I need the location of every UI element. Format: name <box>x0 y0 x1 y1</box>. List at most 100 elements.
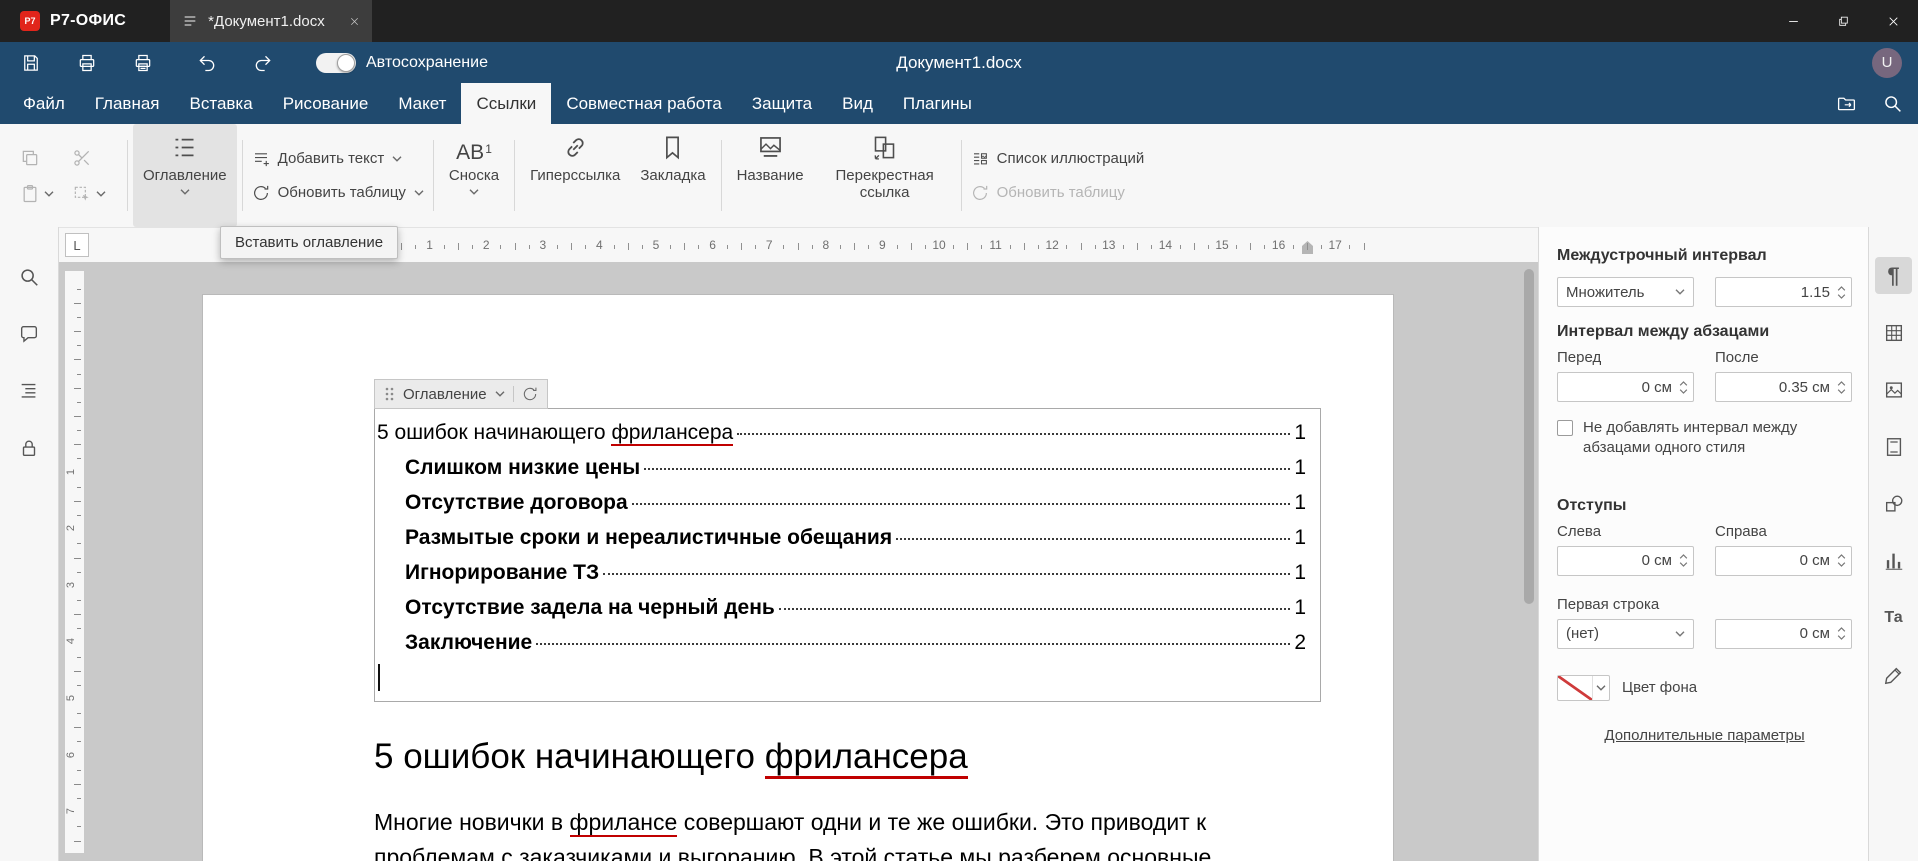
toc-entry[interactable]: Размытые сроки и нереалистичные обещания… <box>377 520 1306 555</box>
toc-entry[interactable]: Отсутствие задела на черный день 1 <box>377 590 1306 625</box>
first-line-select[interactable]: (нет) <box>1557 618 1694 649</box>
user-avatar[interactable]: U <box>1872 47 1902 78</box>
textart-settings-button[interactable]: Та <box>1875 599 1912 636</box>
tab-insert[interactable]: Вставка <box>175 83 268 124</box>
search-button[interactable] <box>1872 83 1912 124</box>
chevron-down-icon[interactable] <box>1592 675 1609 700</box>
save-button[interactable] <box>16 48 46 78</box>
workspace: L 1 2 3 4 5 6 7 8 9 10 11 12 13 14 15 16 17 1234567 Огла… <box>0 227 1918 861</box>
drag-handle-icon[interactable] <box>384 386 395 402</box>
spinner-arrows[interactable] <box>1837 381 1846 394</box>
ribbon-separator <box>241 140 243 211</box>
doc-heading[interactable]: 5 ошибок начинающего фрилансера <box>374 736 1321 779</box>
copy-button[interactable] <box>12 148 64 168</box>
document-tab[interactable]: *Документ1.docx <box>170 0 373 42</box>
tab-protection[interactable]: Защита <box>737 83 827 124</box>
advanced-settings-link[interactable]: Дополнительные параметры <box>1557 727 1852 744</box>
redo-button[interactable] <box>248 48 278 78</box>
open-file-location-button[interactable] <box>1826 83 1866 124</box>
vertical-ruler[interactable]: 1234567 <box>65 271 84 853</box>
cross-reference-button[interactable]: Перекрестная ссылка <box>814 124 956 227</box>
spinner-arrows[interactable] <box>1679 381 1688 394</box>
tab-references[interactable]: Ссылки <box>461 83 552 124</box>
input-value: 0.35 см <box>1778 378 1830 396</box>
close-button[interactable] <box>1868 0 1918 42</box>
vertical-scrollbar[interactable] <box>1524 269 1534 855</box>
cut-button[interactable] <box>64 148 116 168</box>
background-color-row: Цвет фона <box>1557 674 1852 701</box>
toc-control-header[interactable]: Оглавление <box>374 379 548 409</box>
close-tab-icon[interactable] <box>349 16 360 27</box>
spinner-arrows[interactable] <box>1679 554 1688 567</box>
paragraph-settings-button[interactable]: ¶ <box>1875 257 1912 294</box>
table-of-contents-button[interactable]: Оглавление <box>133 124 237 227</box>
restore-button[interactable] <box>1818 0 1868 42</box>
navigation-button[interactable] <box>9 371 49 411</box>
tab-plugins[interactable]: Плагины <box>888 83 987 124</box>
indent-right-input[interactable]: 0 см <box>1715 545 1852 576</box>
same-style-spacing-checkbox[interactable]: Не добавлять интервал между абзацами одн… <box>1557 418 1852 459</box>
chevron-down-icon <box>1675 289 1685 295</box>
refresh-icon[interactable] <box>522 386 538 402</box>
spinner-arrows[interactable] <box>1837 286 1846 299</box>
select-icon <box>72 184 92 204</box>
image-settings-button[interactable] <box>1875 371 1912 408</box>
spinner-arrows[interactable] <box>1837 627 1846 640</box>
hyperlink-button[interactable]: Гиперссылка <box>520 124 630 227</box>
protect-button[interactable] <box>9 428 49 468</box>
input-value: 1.15 <box>1800 283 1830 301</box>
line-spacing-type-select[interactable]: Множитель <box>1557 277 1694 307</box>
tab-stop-selector[interactable]: L <box>65 233 89 257</box>
print-button[interactable] <box>72 48 102 78</box>
table-of-contents-icon <box>171 134 198 161</box>
toc-field[interactable]: 5 ошибок начинающего фрилансера 1 Слишко… <box>374 408 1321 702</box>
comments-button[interactable] <box>9 314 49 354</box>
spacing-after-input[interactable]: 0.35 см <box>1715 372 1852 402</box>
window-controls <box>1768 0 1918 42</box>
app-logo: Р7 Р7-ОФИС <box>0 0 148 42</box>
signature-settings-button[interactable] <box>1875 656 1912 693</box>
spinner-arrows[interactable] <box>1837 554 1846 567</box>
chevron-down-icon[interactable] <box>495 391 505 397</box>
table-of-figures-button[interactable]: Список иллюстраций <box>971 150 1144 168</box>
line-spacing-value-input[interactable]: 1.15 <box>1715 277 1852 307</box>
undo-icon <box>197 53 217 73</box>
undo-button[interactable] <box>192 48 222 78</box>
footnote-button[interactable]: АВ 1 Сноска <box>439 124 509 227</box>
toc-entry[interactable]: 5 ошибок начинающего фрилансера 1 <box>377 415 1306 450</box>
bookmark-button[interactable]: Закладка <box>630 124 715 227</box>
shape-settings-button[interactable] <box>1875 485 1912 522</box>
first-line-indent-input[interactable]: 0 см <box>1715 618 1852 649</box>
doc-paragraph[interactable]: Многие новички в фрилансе совершают одни… <box>374 805 1321 861</box>
tab-view[interactable]: Вид <box>827 83 888 124</box>
select-button[interactable] <box>64 184 116 204</box>
find-button[interactable] <box>9 257 49 297</box>
no-fill-swatch[interactable] <box>1558 675 1592 700</box>
caption-button[interactable]: Название <box>727 124 814 227</box>
chart-settings-button[interactable] <box>1875 542 1912 579</box>
add-text-button[interactable]: Добавить текст <box>252 150 424 168</box>
tab-layout[interactable]: Макет <box>383 83 461 124</box>
toc-entry[interactable]: Слишком низкие цены 1 <box>377 450 1306 485</box>
indent-left-input[interactable]: 0 см <box>1557 545 1694 576</box>
minimize-button[interactable] <box>1768 0 1818 42</box>
paste-button[interactable] <box>12 184 64 204</box>
background-color-picker[interactable] <box>1557 674 1610 701</box>
document-page[interactable]: Оглавление 5 ошибок начинающего фрилансе… <box>202 294 1394 861</box>
toc-entry[interactable]: Заключение 2 <box>377 625 1306 660</box>
tab-home[interactable]: Главная <box>80 83 175 124</box>
tab-collaboration[interactable]: Совместная работа <box>551 83 737 124</box>
tab-draw[interactable]: Рисование <box>268 83 384 124</box>
update-table-button[interactable]: Обновить таблицу <box>252 184 424 202</box>
spacing-before-input[interactable]: 0 см <box>1557 372 1694 402</box>
headerfooter-settings-button[interactable] <box>1875 428 1912 465</box>
scrollbar-thumb[interactable] <box>1524 269 1534 604</box>
table-settings-button[interactable] <box>1875 314 1912 351</box>
quick-print-button[interactable] <box>128 48 158 78</box>
document-canvas[interactable]: 1234567 Оглавление 5 ошибок начинающего … <box>59 263 1538 861</box>
checkbox-box[interactable] <box>1557 420 1573 436</box>
tab-file[interactable]: Файл <box>8 83 80 124</box>
toc-entry[interactable]: Игнорирование ТЗ 1 <box>377 555 1306 590</box>
toc-entry[interactable]: Отсутствие договора 1 <box>377 485 1306 520</box>
autosave-toggle[interactable] <box>316 52 356 73</box>
